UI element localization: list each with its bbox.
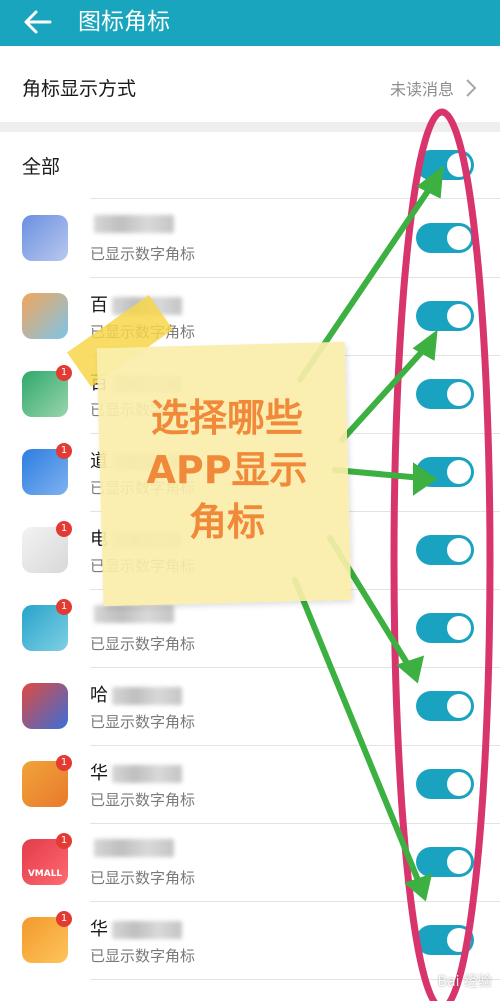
app-icon-text: VMALL bbox=[27, 869, 63, 879]
white-app-icon: 1 bbox=[22, 521, 72, 573]
teal-hand-app-icon: 1 bbox=[22, 599, 72, 651]
blue-chat-app-icon: 1 bbox=[22, 443, 72, 495]
video-app-icon: 1 bbox=[22, 911, 72, 963]
app-name: 华 bbox=[90, 915, 182, 941]
app-badge-status: 已显示数字角标 bbox=[90, 635, 196, 653]
toggle-knob bbox=[447, 616, 471, 640]
toggle-knob bbox=[447, 850, 471, 874]
toggle-knob bbox=[447, 460, 471, 484]
badge-display-mode-row[interactable]: 角标显示方式 未读消息 bbox=[0, 56, 500, 122]
wallet-app-icon: 1 bbox=[22, 755, 72, 807]
back-arrow-icon[interactable] bbox=[20, 6, 56, 38]
app-name-text: 华 bbox=[90, 763, 108, 784]
app-badge-status: 已显示数字角标 bbox=[90, 947, 196, 965]
green-app-icon: 1 bbox=[22, 365, 72, 417]
vmall-app-icon: VMALL 1 bbox=[22, 833, 72, 885]
all-apps-label: 全部 bbox=[22, 156, 61, 178]
box-app-icon bbox=[22, 293, 68, 339]
app-badge-toggle[interactable] bbox=[416, 457, 474, 487]
app-name: 华 bbox=[90, 759, 182, 785]
toggle-knob bbox=[447, 226, 471, 250]
blurred-name bbox=[112, 765, 182, 783]
toggle-knob bbox=[447, 304, 471, 328]
badge-count: 1 bbox=[56, 911, 72, 927]
badge-count: 1 bbox=[56, 755, 72, 771]
app-badge-status: 已显示数字角标 bbox=[90, 791, 196, 809]
page-title: 图标角标 bbox=[78, 9, 170, 35]
app-row: 已显示数字角标 bbox=[0, 199, 500, 277]
app-badge-status: 已显示数字角标 bbox=[90, 869, 196, 887]
all-apps-toggle[interactable] bbox=[416, 150, 474, 180]
toggle-knob bbox=[447, 153, 471, 177]
app-badge-toggle[interactable] bbox=[416, 925, 474, 955]
blurred-name bbox=[94, 839, 174, 857]
baidu-watermark: Bai 经验 bbox=[437, 974, 492, 990]
badge-display-mode-label: 角标显示方式 bbox=[22, 78, 137, 100]
badge-count: 1 bbox=[56, 599, 72, 615]
app-badge-toggle[interactable] bbox=[416, 847, 474, 877]
badge-display-mode-value: 未读消息 bbox=[389, 80, 454, 99]
badge-count: 1 bbox=[56, 365, 72, 381]
blurred-name bbox=[94, 215, 174, 233]
blue-app-icon bbox=[22, 215, 68, 261]
app-row: 1 华已显示数字角标 bbox=[0, 745, 500, 823]
annotation-line-1: 选择哪些 bbox=[150, 396, 303, 440]
app-name bbox=[90, 837, 174, 858]
chevron-right-icon bbox=[466, 79, 477, 97]
app-badge-toggle[interactable] bbox=[416, 613, 474, 643]
app-name bbox=[90, 213, 174, 234]
app-badge-toggle[interactable] bbox=[416, 769, 474, 799]
blurred-name bbox=[112, 921, 182, 939]
app-badge-status: 已显示数字角标 bbox=[90, 713, 196, 731]
all-apps-row: 全部 bbox=[0, 132, 500, 198]
badge-count: 1 bbox=[56, 833, 72, 849]
annotation-line-2: APP显示 bbox=[146, 448, 308, 492]
app-name-text: 华 bbox=[90, 919, 108, 940]
app-badge-toggle[interactable] bbox=[416, 379, 474, 409]
annotation-line-3: 角标 bbox=[188, 500, 265, 544]
app-badge-toggle[interactable] bbox=[416, 301, 474, 331]
toggle-knob bbox=[447, 772, 471, 796]
badge-count: 1 bbox=[56, 443, 72, 459]
app-header: 图标角标 bbox=[0, 0, 500, 46]
app-badge-toggle[interactable] bbox=[416, 691, 474, 721]
app-badge-status: 已显示数字角标 bbox=[90, 245, 196, 263]
section-gap bbox=[0, 122, 500, 132]
blurred-name bbox=[94, 605, 174, 623]
toggle-knob bbox=[447, 928, 471, 952]
badge-count: 1 bbox=[56, 521, 72, 537]
app-badge-toggle[interactable] bbox=[416, 223, 474, 253]
app-name: 哈 bbox=[90, 681, 182, 707]
toggle-knob bbox=[447, 694, 471, 718]
app-name-text: 哈 bbox=[90, 685, 108, 706]
red-blue-app-icon bbox=[22, 683, 68, 729]
blurred-name bbox=[112, 687, 182, 705]
toggle-knob bbox=[447, 538, 471, 562]
app-row: VMALL 1 已显示数字角标 bbox=[0, 823, 500, 901]
app-name-text: 百 bbox=[90, 295, 108, 316]
app-badge-toggle[interactable] bbox=[416, 535, 474, 565]
app-row: 哈已显示数字角标 bbox=[0, 667, 500, 745]
annotation-text: 选择哪些 APP显示 角标 bbox=[112, 392, 342, 548]
toggle-knob bbox=[447, 382, 471, 406]
app-row: 1 华已显示数字角标 bbox=[0, 901, 500, 979]
